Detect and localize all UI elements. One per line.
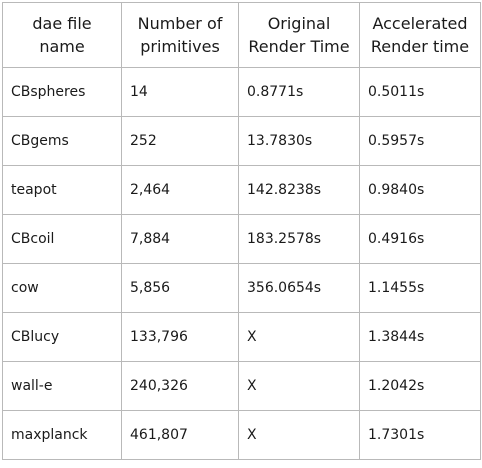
cell-primitives: 461,807 [121, 410, 239, 460]
cell-accelerated-time: 1.3844s [359, 312, 481, 362]
header-text: name [39, 37, 85, 56]
header-number-of-primitives: Number of primitives [121, 2, 239, 68]
cell-primitives: 5,856 [121, 263, 239, 313]
header-text: Render Time [248, 37, 350, 56]
cell-primitives: 2,464 [121, 165, 239, 215]
cell-file-name: CBlucy [2, 312, 122, 362]
header-text: Render time [370, 37, 470, 56]
cell-file-name: CBcoil [2, 214, 122, 264]
cell-original-time: X [238, 312, 360, 362]
table-row: CBlucy 133,796 X 1.3844s [2, 312, 481, 362]
table-row: CBcoil 7,884 183.2578s 0.4916s [2, 214, 481, 264]
cell-accelerated-time: 0.5957s [359, 116, 481, 166]
cell-accelerated-time: 1.1455s [359, 263, 481, 313]
header-text: Original [267, 14, 331, 33]
render-time-table: dae file name Number of primitives Origi… [2, 2, 481, 460]
table-row: wall-e 240,326 X 1.2042s [2, 361, 481, 411]
cell-original-time: X [238, 361, 360, 411]
cell-primitives: 240,326 [121, 361, 239, 411]
cell-accelerated-time: 1.2042s [359, 361, 481, 411]
cell-accelerated-time: 0.5011s [359, 67, 481, 117]
cell-file-name: cow [2, 263, 122, 313]
cell-file-name: maxplanck [2, 410, 122, 460]
header-text: dae file [32, 14, 92, 33]
cell-original-time: X [238, 410, 360, 460]
cell-file-name: wall-e [2, 361, 122, 411]
header-accelerated-render-time: Accelerated Render time [359, 2, 481, 68]
cell-original-time: 142.8238s [238, 165, 360, 215]
table-row: maxplanck 461,807 X 1.7301s [2, 410, 481, 460]
table-row: CBspheres 14 0.8771s 0.5011s [2, 67, 481, 117]
cell-primitives: 7,884 [121, 214, 239, 264]
header-row: dae file name Number of primitives Origi… [2, 2, 481, 68]
cell-primitives: 133,796 [121, 312, 239, 362]
cell-original-time: 183.2578s [238, 214, 360, 264]
header-original-render-time: Original Render Time [238, 2, 360, 68]
cell-primitives: 252 [121, 116, 239, 166]
cell-original-time: 13.7830s [238, 116, 360, 166]
cell-accelerated-time: 1.7301s [359, 410, 481, 460]
table-row: teapot 2,464 142.8238s 0.9840s [2, 165, 481, 215]
cell-file-name: CBgems [2, 116, 122, 166]
cell-original-time: 356.0654s [238, 263, 360, 313]
cell-file-name: CBspheres [2, 67, 122, 117]
table-row: CBgems 252 13.7830s 0.5957s [2, 116, 481, 166]
header-text: Accelerated [372, 14, 468, 33]
cell-accelerated-time: 0.4916s [359, 214, 481, 264]
cell-primitives: 14 [121, 67, 239, 117]
header-dae-file-name: dae file name [2, 2, 122, 68]
header-text: Number of [137, 14, 223, 33]
cell-original-time: 0.8771s [238, 67, 360, 117]
cell-accelerated-time: 0.9840s [359, 165, 481, 215]
cell-file-name: teapot [2, 165, 122, 215]
header-text: primitives [140, 37, 220, 56]
table-row: cow 5,856 356.0654s 1.1455s [2, 263, 481, 313]
